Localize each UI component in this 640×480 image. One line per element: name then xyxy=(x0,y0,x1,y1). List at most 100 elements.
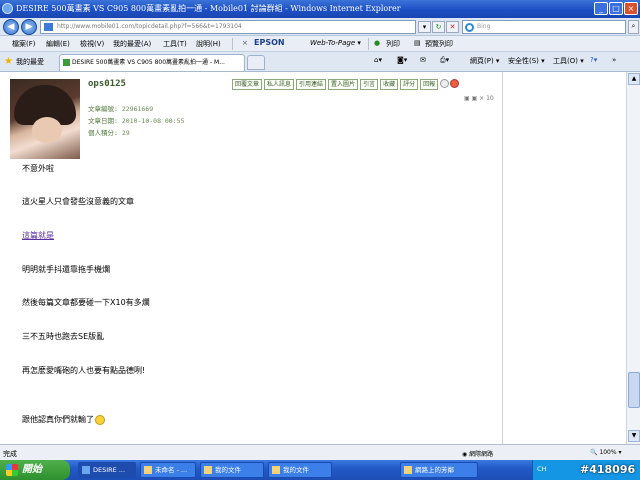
tab-title: DESIRE 500萬畫素 VS C905 800萬畫素亂拍一通 - M... xyxy=(72,59,225,66)
address-dropdown-button[interactable]: ▾ xyxy=(418,21,431,33)
windows-flag-icon xyxy=(6,464,18,476)
task-label: 未命名 - ... xyxy=(155,466,188,474)
article-date-label: 文章日期: xyxy=(88,117,118,125)
forward-button[interactable]: ▶ xyxy=(21,19,37,35)
language-indicator[interactable]: CH xyxy=(537,465,546,473)
print-icon: ● xyxy=(374,39,381,47)
watermark: #418096 xyxy=(580,463,636,476)
menu-edit[interactable]: 編輯(E) xyxy=(46,39,70,49)
reply-button[interactable]: 回覆文章 xyxy=(232,79,263,90)
post-line-8: 跟他認真你們就輸了 xyxy=(22,414,105,425)
status-text: 完成 xyxy=(3,450,17,458)
home-icon[interactable]: ⌂▾ xyxy=(374,56,382,64)
ie-icon xyxy=(82,466,90,474)
avatar xyxy=(10,79,80,159)
close-toolbar-icon[interactable]: × xyxy=(242,39,248,47)
address-toolbar: ◀ ▶ http://www.mobile01.com/topicdetail.… xyxy=(0,18,640,36)
address-input[interactable]: http://www.mobile01.com/topicdetail.php?… xyxy=(40,20,416,34)
menu-bar: 檔案(F) 編輯(E) 檢視(V) 我的最愛(A) 工具(T) 說明(H) × … xyxy=(0,36,640,52)
menu-file[interactable]: 檔案(F) xyxy=(12,39,36,49)
quote-link-button[interactable]: 引用連結 xyxy=(296,79,327,90)
network-icon xyxy=(404,466,412,474)
menu-tools[interactable]: 工具(T) xyxy=(163,39,187,49)
article-date-value: 2010-10-08 00:55 xyxy=(121,117,185,125)
new-tab-button[interactable] xyxy=(247,55,265,70)
smiley-icon xyxy=(95,414,105,425)
post-line-4: 明明就手抖還靠拖手機爛 xyxy=(22,265,110,274)
menu-help[interactable]: 說明(H) xyxy=(196,39,221,49)
post-username[interactable]: ops0125 xyxy=(88,79,126,89)
print-button[interactable]: 列印 xyxy=(386,39,400,49)
help-icon[interactable]: ?▾ xyxy=(590,56,597,64)
taskbar-item-my-documents[interactable]: 我的文件 xyxy=(200,462,264,478)
settings-icon[interactable] xyxy=(440,79,450,88)
menu-favorites[interactable]: 我的最愛(A) xyxy=(113,39,151,49)
favorites-button[interactable]: 我的最愛 xyxy=(16,57,44,67)
stop-icon[interactable]: ✕ xyxy=(446,21,459,33)
taskbar-item-untitled[interactable]: 未命名 - ... xyxy=(140,462,196,478)
rate-button[interactable]: 評分 xyxy=(400,79,419,90)
post-line-1: 不意外啦 xyxy=(22,164,54,173)
page-content: ops0125 文章編號: 22961669 文章日期: 2010-10-08 … xyxy=(0,72,626,444)
title-bar: DESIRE 500萬畫素 VS C905 800萬畫素亂拍一通 - Mobil… xyxy=(0,0,640,18)
menu-view[interactable]: 檢視(V) xyxy=(80,39,104,49)
taskbar-item-my-documents-2[interactable]: 我的文件 xyxy=(268,462,332,478)
address-url: http://www.mobile01.com/topicdetail.php?… xyxy=(57,23,242,30)
tab-tool-tools[interactable]: 工具(O) ▾ xyxy=(553,56,584,66)
bookmark-button[interactable]: 收藏 xyxy=(380,79,399,90)
article-id-row: 文章編號: 22961669 xyxy=(88,103,153,113)
minimize-button[interactable]: _ xyxy=(594,2,608,15)
start-button[interactable]: 開始 xyxy=(0,460,70,480)
maximize-button[interactable]: □ xyxy=(609,2,623,15)
favorites-star-icon[interactable]: ★ xyxy=(4,57,14,67)
article-id-value: 22961669 xyxy=(121,105,154,113)
ie-icon xyxy=(2,3,13,14)
mail-icon[interactable]: ✉ xyxy=(420,56,426,64)
scroll-down-icon[interactable]: ▼ xyxy=(628,430,640,442)
refresh-icon[interactable]: ↻ xyxy=(432,21,445,33)
zoom-control[interactable]: 🔍 100% ▾ xyxy=(590,449,621,456)
report-button[interactable]: 回報 xyxy=(420,79,439,90)
delete-icon[interactable] xyxy=(450,79,460,88)
task-label: 我的文件 xyxy=(283,466,309,474)
tab-tool-page[interactable]: 網頁(P) ▾ xyxy=(470,56,499,66)
web-to-page-button[interactable]: Web-To-Page ▾ xyxy=(310,39,361,47)
printer-icon[interactable]: ⎙▾ xyxy=(440,56,449,65)
folder-icon xyxy=(204,466,212,474)
post-line-5: 然後每篇文章都要碰一下X10有多爛 xyxy=(22,298,150,307)
font-size-control[interactable]: ▣ ▣ × 10 xyxy=(464,95,494,102)
taskbar-item-network[interactable]: 網路上的芳鄰 xyxy=(400,462,478,478)
private-message-button[interactable]: 私人訊息 xyxy=(264,79,295,90)
points-row: 個人積分: 29 xyxy=(88,127,130,137)
start-label: 開始 xyxy=(22,464,42,475)
scroll-up-icon[interactable]: ▲ xyxy=(628,73,640,85)
extend-icon[interactable]: » xyxy=(612,56,616,64)
tab-tool-safety[interactable]: 安全性(S) ▾ xyxy=(508,56,545,66)
left-margin xyxy=(0,72,8,444)
paint-icon xyxy=(144,466,152,474)
taskbar: 開始 DESIRE ... 未命名 - ... 我的文件 我的文件 網路上的芳鄰… xyxy=(0,460,640,480)
epson-logo: EPSON xyxy=(254,38,285,47)
tab-current[interactable]: DESIRE 500萬畫素 VS C905 800萬畫素亂拍一通 - M... xyxy=(59,54,245,71)
print-preview-button[interactable]: 預覽列印 xyxy=(425,39,453,49)
vertical-scrollbar[interactable]: ▲ ▼ xyxy=(626,72,640,444)
scroll-thumb[interactable] xyxy=(628,372,640,408)
taskbar-item-ie[interactable]: DESIRE ... xyxy=(78,462,136,478)
post-line-8-text: 跟他認真你們就輸了 xyxy=(22,415,94,424)
zone-label: 網際網路 xyxy=(469,451,494,458)
bing-icon xyxy=(465,23,474,32)
sidebar-divider xyxy=(502,72,503,444)
task-label: 網路上的芳鄰 xyxy=(415,466,454,474)
menu-divider xyxy=(232,38,233,50)
feeds-icon[interactable]: ◙▾ xyxy=(397,56,407,64)
quote-button[interactable]: 引言 xyxy=(360,79,379,90)
insert-image-button[interactable]: 置入圖片 xyxy=(328,79,359,90)
search-input[interactable]: Bing xyxy=(462,20,626,34)
close-button[interactable]: × xyxy=(624,2,638,15)
zoom-level: 100% xyxy=(599,449,617,456)
preview-icon: ▤ xyxy=(414,39,421,47)
points-value: 29 xyxy=(121,129,130,137)
post-link[interactable]: 這篇就是 xyxy=(22,230,54,241)
back-button[interactable]: ◀ xyxy=(3,19,19,35)
search-button[interactable]: ⌕ xyxy=(628,20,639,34)
